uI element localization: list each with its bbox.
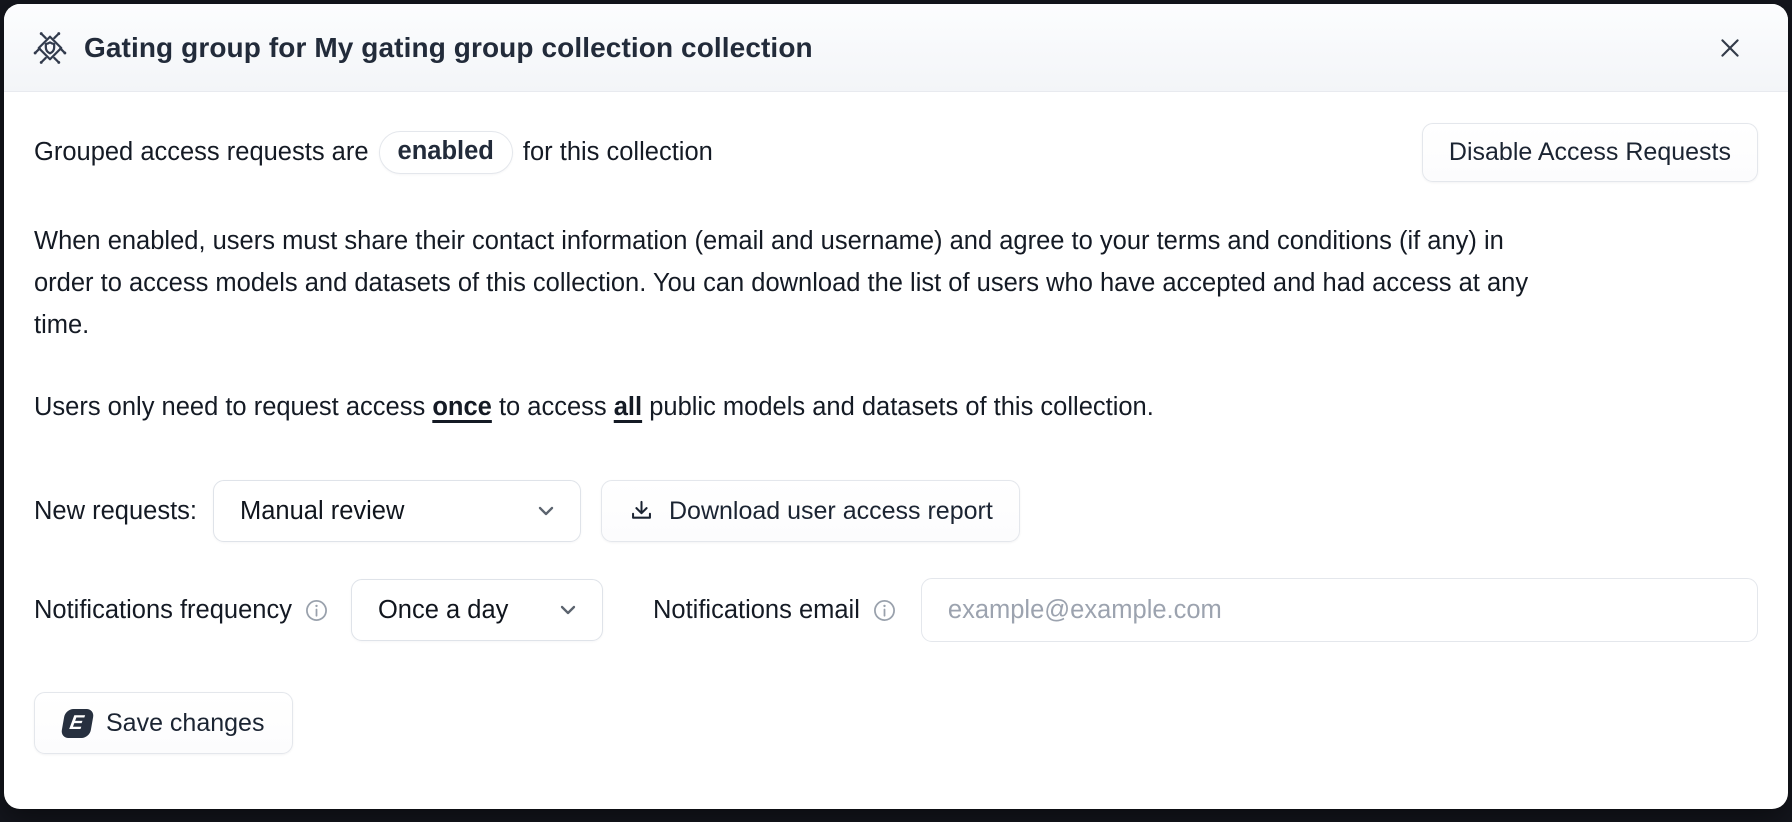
status-row: Grouped access requests are enabled for … [34,122,1758,182]
description-text: When enabled, users must share their con… [34,220,1564,346]
note-text: Users only need to request access once t… [34,386,1758,428]
download-icon [628,498,655,525]
status-suffix: for this collection [523,138,713,167]
save-changes-button[interactable]: E Save changes [34,692,293,754]
note-emphasis-once: once [432,393,492,421]
new-requests-selected-value: Manual review [240,497,404,526]
gated-shield-icon [32,30,68,66]
new-requests-select[interactable]: Manual review [213,480,581,542]
modal-body: Grouped access requests are enabled for … [4,92,1788,809]
note-emphasis-all: all [614,393,642,421]
notifications-email-input[interactable] [921,578,1758,642]
new-requests-row: New requests: Manual review Download use… [34,480,1758,542]
gating-group-modal: Gating group for My gating group collect… [4,4,1788,809]
close-icon [1717,35,1743,61]
download-user-access-report-button[interactable]: Download user access report [601,480,1020,542]
info-icon[interactable] [872,598,897,623]
notifications-row: Notifications frequency Once a day Notif… [34,578,1758,642]
notifications-frequency-label: Notifications frequency [34,596,292,625]
note-middle: to access [499,393,607,421]
note-suffix: public models and datasets of this colle… [649,393,1154,421]
chevron-down-icon [534,499,558,523]
status-prefix: Grouped access requests are [34,138,369,167]
note-prefix: Users only need to request access [34,393,425,421]
status-badge: enabled [379,131,513,174]
close-button[interactable] [1708,26,1752,70]
notifications-email-label: Notifications email [653,596,860,625]
disable-access-requests-button[interactable]: Disable Access Requests [1422,123,1758,182]
info-icon[interactable] [304,598,329,623]
notifications-frequency-select[interactable]: Once a day [351,579,603,641]
new-requests-label: New requests: [34,497,197,526]
save-button-label: Save changes [106,709,264,738]
save-row: E Save changes [34,692,1758,754]
enterprise-badge-icon: E [60,709,94,738]
download-button-label: Download user access report [669,497,993,526]
modal-header: Gating group for My gating group collect… [4,4,1788,92]
modal-title: Gating group for My gating group collect… [84,32,1708,64]
frequency-selected-value: Once a day [378,596,508,625]
chevron-down-icon [556,598,580,622]
